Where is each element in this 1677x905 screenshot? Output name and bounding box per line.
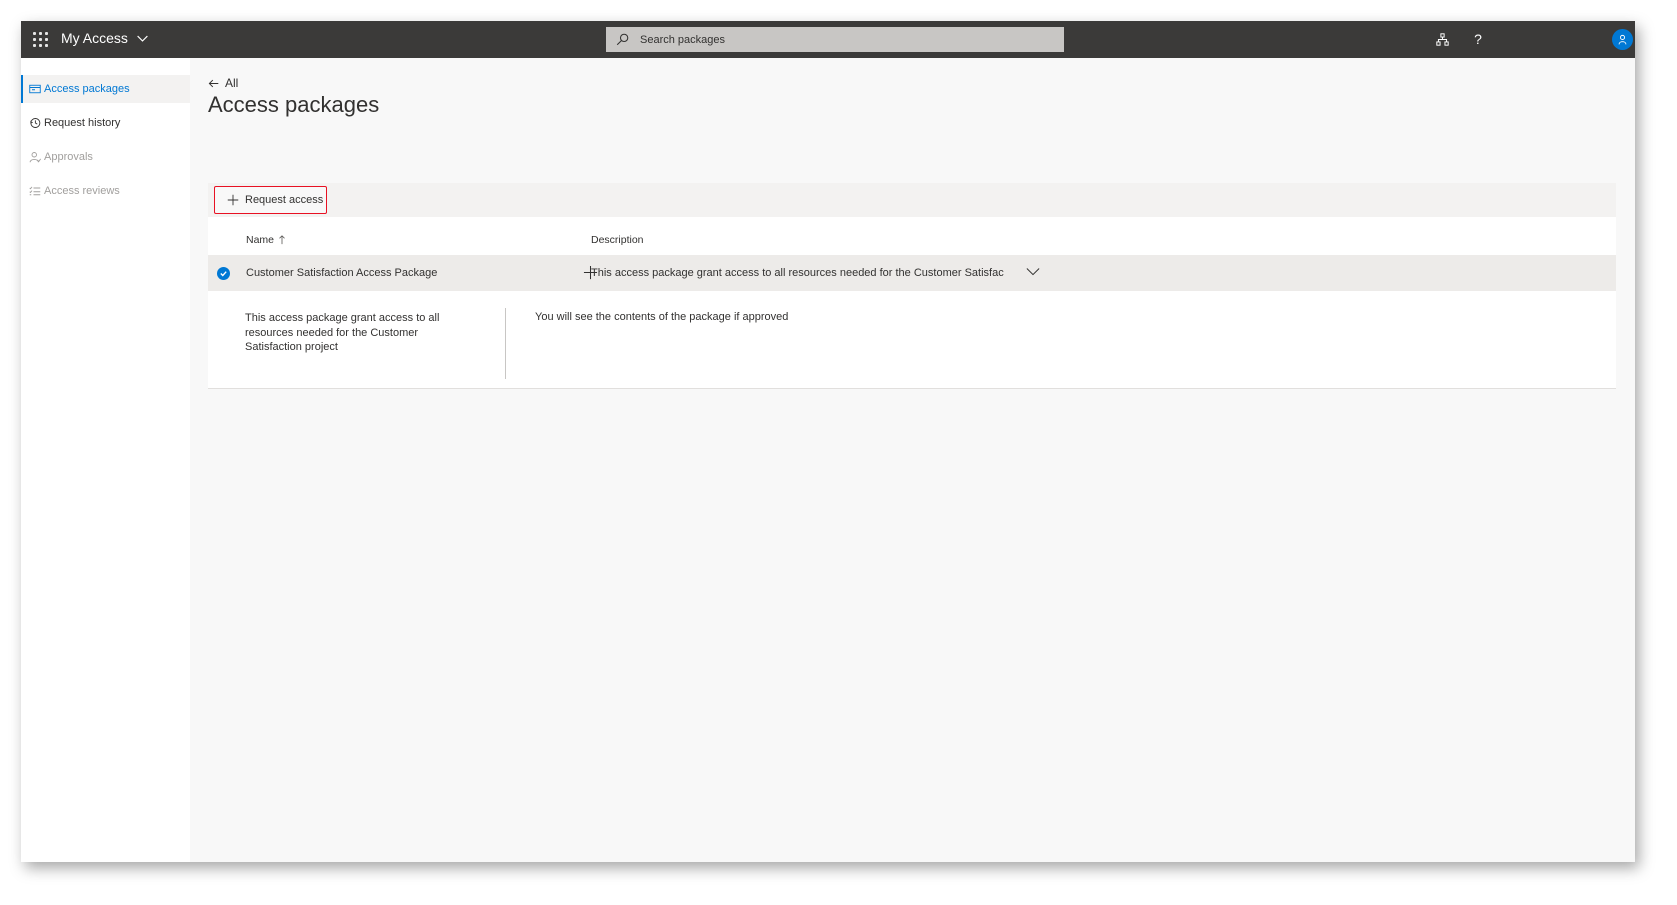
checkmark-icon (220, 271, 227, 277)
org-chart-icon[interactable] (1433, 30, 1451, 48)
column-header-label: Name (246, 234, 275, 246)
column-header-label: Description (591, 234, 644, 246)
list-check-icon (29, 186, 41, 196)
sidebar-item-request-history[interactable]: Request history (21, 109, 190, 137)
app-title: My Access (61, 30, 128, 46)
row-description: This access package grant access to all … (591, 267, 1004, 279)
sidebar-item-access-packages[interactable]: Access packages (21, 75, 190, 103)
sidebar-item-label: Access packages (44, 83, 130, 95)
sidebar-item-access-reviews[interactable]: Access reviews (21, 177, 190, 205)
app-window: My Access ? Access packages Request hist… (21, 21, 1635, 862)
plus-icon (227, 194, 239, 206)
command-bar: Request access (208, 183, 1616, 217)
arrow-left-icon (208, 79, 219, 87)
request-access-label: Request access (245, 194, 324, 206)
top-bar: My Access ? (21, 21, 1635, 58)
avatar[interactable] (1612, 29, 1633, 50)
package-icon (29, 84, 41, 94)
search-box[interactable] (606, 27, 1064, 52)
detail-divider (505, 308, 506, 379)
row-name: Customer Satisfaction Access Package (246, 267, 438, 279)
back-link[interactable]: All (208, 76, 238, 90)
page-title: Access packages (208, 92, 380, 117)
package-detail-description: This access package grant access to all … (245, 312, 440, 353)
row-checkbox[interactable] (217, 267, 230, 280)
search-input[interactable] (640, 27, 1040, 52)
sidebar-item-label: Access reviews (44, 185, 120, 197)
sidebar-item-approvals[interactable]: Approvals (21, 143, 190, 171)
app-title-menu[interactable]: My Access (61, 30, 149, 46)
app-launcher-icon[interactable] (33, 32, 48, 47)
packages-list: Name Description Customer Satisfaction A… (208, 217, 1616, 389)
package-contents-note: You will see the contents of the package… (535, 311, 789, 323)
column-header-description[interactable]: Description (591, 234, 644, 246)
request-access-button[interactable]: Request access (214, 186, 327, 214)
history-icon (30, 118, 41, 128)
column-header-name[interactable]: Name (246, 234, 286, 246)
avatar-icon (1618, 34, 1627, 45)
chevron-down-icon[interactable] (1026, 266, 1040, 278)
person-icon (29, 152, 41, 163)
sidebar-item-label: Request history (44, 117, 121, 129)
sidebar-item-label: Approvals (44, 151, 93, 163)
chevron-down-icon (137, 35, 148, 42)
help-icon[interactable]: ? (1469, 30, 1487, 48)
help-glyph: ? (1474, 31, 1482, 47)
back-link-label: All (225, 76, 239, 90)
sidebar: Access packages Request history Approval… (21, 58, 190, 862)
search-icon (616, 33, 629, 46)
sort-ascending-icon (279, 235, 285, 245)
table-row[interactable]: Customer Satisfaction Access Package Thi… (208, 255, 1616, 291)
